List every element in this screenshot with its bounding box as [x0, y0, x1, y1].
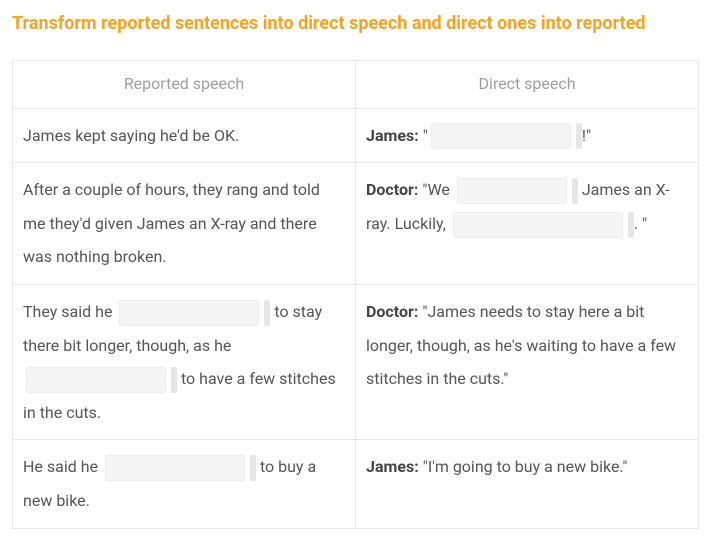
speaker-label: James:	[366, 126, 419, 145]
exercise-title: Transform reported sentences into direct…	[12, 12, 699, 36]
quote-post: . "	[634, 214, 647, 233]
col-header-reported: Reported speech	[13, 61, 356, 108]
table-row: They said he to stay there bit longer, t…	[13, 285, 699, 440]
reported-text: After a couple of hours, they rang and t…	[23, 180, 320, 266]
speaker-label: James:	[366, 457, 419, 476]
answer-blank[interactable]	[457, 178, 567, 204]
speaker-label: Doctor:	[366, 302, 418, 321]
reported-cell: James kept saying he'd be OK.	[13, 108, 356, 163]
direct-cell: Doctor: "We James an X-ray. Luckily, . "	[356, 163, 699, 285]
speaker-label: Doctor:	[366, 180, 418, 199]
col-header-direct: Direct speech	[356, 61, 699, 108]
table-row: After a couple of hours, they rang and t…	[13, 163, 699, 285]
answer-blank[interactable]	[119, 300, 259, 326]
answer-blank[interactable]	[26, 367, 166, 393]
answer-blank[interactable]	[431, 123, 571, 149]
reported-cell: He said he to buy a new bike.	[13, 440, 356, 528]
quote-text: "I'm going to buy a new bike."	[419, 457, 628, 476]
direct-cell: James: " !"	[356, 108, 699, 163]
quote-pre: "We	[418, 180, 454, 199]
answer-blank[interactable]	[453, 212, 623, 238]
table-row: James kept saying he'd be OK. James: " !"	[13, 108, 699, 163]
reported-cell: They said he to stay there bit longer, t…	[13, 285, 356, 440]
direct-cell: Doctor: "James needs to stay here a bit …	[356, 285, 699, 440]
quote-pre: "	[419, 126, 428, 145]
reported-text: James kept saying he'd be OK.	[23, 126, 239, 145]
reported-pre: They said he	[23, 302, 116, 321]
speech-table: Reported speech Direct speech James kept…	[12, 60, 699, 528]
answer-blank[interactable]	[105, 455, 245, 481]
reported-pre: He said he	[23, 457, 102, 476]
table-row: He said he to buy a new bike. James: "I'…	[13, 440, 699, 528]
direct-cell: James: "I'm going to buy a new bike."	[356, 440, 699, 528]
reported-cell: After a couple of hours, they rang and t…	[13, 163, 356, 285]
quote-post: !"	[582, 126, 591, 145]
